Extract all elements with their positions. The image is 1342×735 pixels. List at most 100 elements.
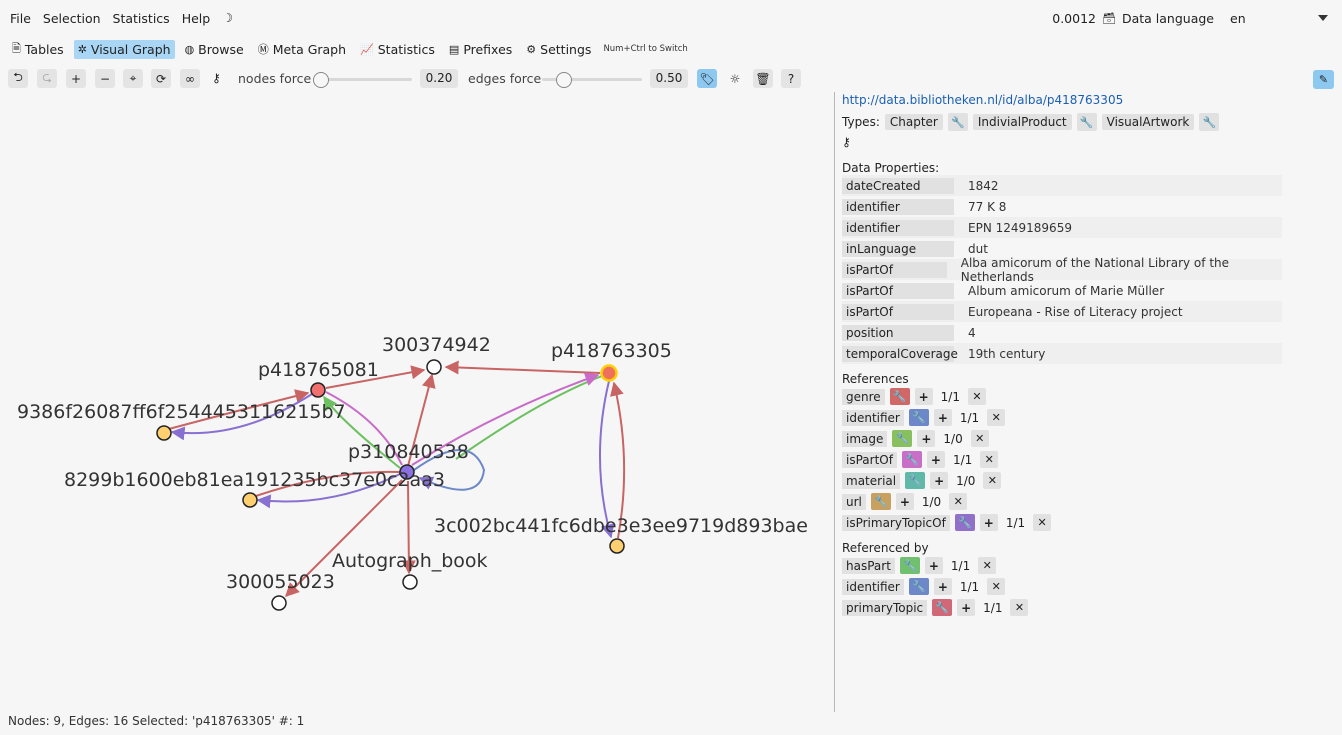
moon-icon[interactable]: ☽ (222, 11, 233, 25)
data-property-value: 19th century (968, 346, 1046, 361)
wrench-icon[interactable]: 🔧 (905, 472, 926, 489)
resource-uri-link[interactable]: http://data.bibliotheken.nl/id/alba/p418… (842, 93, 1334, 107)
tab-tables[interactable]: 🗎 Tables (8, 38, 68, 61)
wrench-icon[interactable]: 🔧 (932, 599, 953, 616)
close-icon[interactable]: ✕ (980, 451, 999, 468)
wrench-icon[interactable]: 🔧 (954, 514, 975, 531)
reference-name[interactable]: isPrimaryTopicOf (842, 514, 950, 531)
plus-icon[interactable]: + (979, 514, 998, 531)
wrench-icon[interactable]: 🔧 (947, 113, 968, 131)
center-button[interactable]: ⌖ (123, 69, 143, 88)
type-chip[interactable]: VisualArtwork (1101, 114, 1195, 130)
reference-name[interactable]: isPartOf (842, 451, 897, 468)
tab-prefixes[interactable]: ▤ Prefixes (445, 40, 516, 59)
key-icon[interactable]: ⚷ (842, 135, 1334, 149)
wrench-icon[interactable]: 🔧 (908, 409, 929, 426)
close-icon[interactable]: ✕ (987, 409, 1006, 426)
plus-icon[interactable]: + (933, 409, 952, 426)
tab-label: Statistics (377, 41, 435, 57)
reference-name[interactable]: image (842, 430, 888, 447)
edges-force-slider[interactable] (542, 72, 642, 88)
plus-icon[interactable]: + (924, 557, 943, 574)
plus-icon[interactable]: + (933, 578, 952, 595)
panel-divider[interactable] (834, 92, 835, 712)
tag-icon: 🏷 (699, 71, 715, 86)
plus-icon[interactable]: + (930, 472, 949, 489)
graph-canvas[interactable]: p418763305 300374942 p418765081 9386f260… (0, 92, 834, 704)
type-chip[interactable]: IndivialProduct (972, 114, 1072, 130)
tab-label: Browse (198, 41, 244, 57)
tab-statistics[interactable]: 📈 Statistics (356, 40, 439, 59)
wrench-icon[interactable]: 🔧 (1199, 113, 1220, 131)
data-property-name[interactable]: temporalCoverage (842, 345, 958, 362)
reference-name[interactable]: primaryTopic (842, 599, 928, 616)
close-icon[interactable]: ✕ (987, 578, 1006, 595)
menu-file[interactable]: File (10, 11, 31, 26)
tag-toggle-button[interactable]: 🏷 (697, 69, 717, 88)
refresh-button[interactable]: ⟳ (151, 69, 171, 88)
panel-toggle-button[interactable]: ✎ (1313, 70, 1334, 89)
close-icon[interactable]: ✕ (978, 557, 997, 574)
tab-visual-graph[interactable]: ✲ Visual Graph (73, 39, 175, 59)
data-property-name[interactable]: position (842, 324, 954, 341)
wrench-icon[interactable]: 🔧 (892, 430, 913, 447)
close-icon[interactable]: ✕ (983, 472, 1002, 489)
reference-name[interactable]: hasPart (842, 557, 895, 574)
zoom-out-button[interactable]: − (95, 69, 115, 88)
plus-icon[interactable]: + (895, 493, 914, 510)
reference-name[interactable]: genre (842, 388, 885, 405)
tab-settings[interactable]: ⚙ Settings (522, 40, 595, 59)
reference-name[interactable]: identifier (842, 409, 904, 426)
edges-force-label: edges force (468, 71, 542, 86)
wrench-icon[interactable]: 🔧 (1076, 113, 1097, 131)
wrench-icon[interactable]: 🔧 (889, 388, 910, 405)
close-icon[interactable]: ✕ (1033, 514, 1052, 531)
data-language-value: en (1230, 10, 1246, 26)
reference-name[interactable]: url (842, 493, 866, 510)
tab-browse[interactable]: ◍ Browse (181, 40, 248, 59)
plus-icon[interactable]: + (926, 451, 945, 468)
data-property-name[interactable]: isPartOf (842, 303, 954, 320)
undo-button[interactable]: ⮌ (8, 69, 28, 88)
refresh-icon: ⟳ (155, 71, 167, 86)
redo-button[interactable]: ⮎ (37, 69, 57, 88)
edges-force-slider-handle[interactable] (556, 72, 572, 88)
data-property-name[interactable]: identifier (842, 219, 954, 236)
reference-count: 1/1 (1005, 515, 1026, 530)
data-language-select[interactable]: en (1230, 11, 1328, 26)
wrench-icon[interactable]: 🔧 (908, 578, 929, 595)
close-icon[interactable]: ✕ (949, 493, 968, 510)
menu-selection[interactable]: Selection (43, 11, 101, 26)
help-button[interactable]: ? (781, 69, 801, 88)
nodes-force-slider[interactable] (313, 72, 412, 88)
close-icon[interactable]: ✕ (1010, 599, 1029, 616)
data-property-name[interactable]: isPartOf (842, 282, 954, 299)
tab-meta-graph[interactable]: Ⓜ Meta Graph (254, 39, 350, 59)
nodes-force-slider-handle[interactable] (313, 72, 329, 88)
data-property-name[interactable]: isPartOf (842, 261, 947, 278)
zoom-in-button[interactable]: + (66, 69, 86, 88)
reference-name[interactable]: material (842, 472, 901, 489)
sun-button[interactable]: ☼ (725, 69, 745, 88)
wrench-icon[interactable]: 🔧 (901, 451, 922, 468)
reference-count: 1/1 (959, 410, 980, 425)
wrench-icon[interactable]: 🔧 (899, 557, 920, 574)
menu-statistics[interactable]: Statistics (113, 11, 170, 26)
plus-icon[interactable]: + (914, 388, 933, 405)
reference-row: identifier 🔧 +1/1 ✕ (842, 407, 1334, 428)
data-property-name[interactable]: identifier (842, 198, 954, 215)
menu-help[interactable]: Help (182, 11, 211, 26)
delete-button[interactable]: 🗑 (753, 69, 773, 88)
plus-icon[interactable]: + (957, 599, 976, 616)
reference-name[interactable]: identifier (842, 578, 904, 595)
data-property-name[interactable]: dateCreated (842, 177, 954, 194)
type-chip[interactable]: Chapter (884, 114, 943, 130)
close-icon[interactable]: ✕ (967, 388, 986, 405)
wrench-icon[interactable]: 🔧 (870, 493, 891, 510)
data-property-name[interactable]: inLanguage (842, 240, 954, 257)
graph-node (242, 492, 258, 508)
close-icon[interactable]: ✕ (970, 430, 989, 447)
reference-count: 1/1 (952, 452, 973, 467)
glasses-button[interactable]: ∞ (180, 69, 200, 88)
plus-icon[interactable]: + (917, 430, 936, 447)
